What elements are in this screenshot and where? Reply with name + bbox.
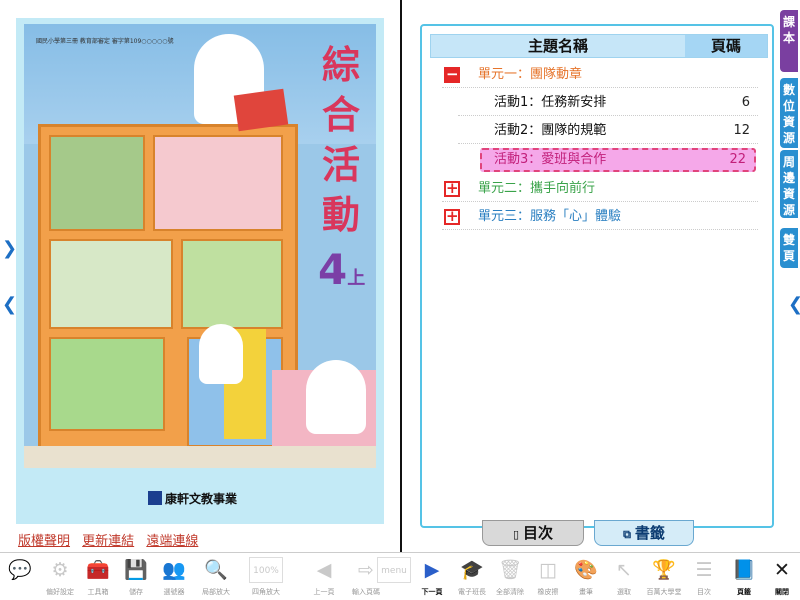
toc-activity-1[interactable]: 活動1：任務新安排 6 — [458, 90, 758, 116]
toolbar-label: 選號器 — [163, 588, 185, 596]
toolbar-label: 全部清除 — [496, 588, 524, 596]
toolbar-label: 百萬大學堂 — [646, 588, 682, 596]
toolbar-toolbox-button[interactable]: 🧰 工具箱 — [78, 557, 118, 597]
toolbar-label: 電子班長 — [458, 588, 486, 596]
update-link[interactable]: 更新連結 — [82, 534, 134, 549]
toolbar-bookmark-button[interactable]: 📘 頁籤 — [724, 557, 764, 597]
toolbar-palette-button[interactable]: 🎨 畫筆 — [566, 557, 606, 597]
copyright-link[interactable]: 版權聲明 — [18, 534, 70, 549]
toolbar-toc-button[interactable]: ☰ 目次 — [684, 557, 724, 597]
toolbar-label: 輸入頁碼 — [352, 588, 380, 596]
expand-icon[interactable]: + — [444, 181, 460, 197]
picker-icon: 👥 — [162, 559, 186, 581]
toolbox-icon: 🧰 — [86, 559, 110, 581]
toc-activity-3-selected[interactable]: 活動3：愛班與合作 22 — [480, 148, 756, 172]
cover-grade: 4上 — [318, 245, 366, 294]
toolbar-label: 畫筆 — [579, 588, 593, 596]
side-tab-double-page[interactable]: 雙頁 — [780, 228, 798, 268]
toolbar-chat-button[interactable]: 💬 — [0, 557, 40, 587]
bookmark-icon: 📘 — [732, 559, 756, 581]
palette-icon: 🎨 — [574, 559, 598, 581]
prev-page-left-arrow[interactable]: ❯ — [2, 238, 17, 259]
toc-icon: ☰ — [695, 559, 713, 581]
gear-icon: ⚙ — [51, 559, 69, 581]
toolbar-prev-page-button[interactable]: ◀ 上一頁 — [304, 557, 344, 597]
toc-unit-3[interactable]: + 單元三：服務「心」體驗 — [442, 204, 758, 230]
toolbar-eraser-button[interactable]: ◫ 橡皮擦 — [528, 557, 568, 597]
eraser-icon: ◫ — [539, 559, 557, 581]
toolbar-label: 上一頁 — [313, 588, 335, 596]
cover-title: 綜合活動 — [321, 43, 360, 237]
prev-page-icon: ◀ — [316, 559, 332, 581]
toolbar-trash-button[interactable]: 🗑 全部清除 — [490, 557, 530, 597]
toolbar-magnify-button[interactable]: 🔍 局部放大 — [196, 557, 236, 597]
toc-header-page: 頁碼 — [685, 35, 767, 57]
toc-header-title: 主題名稱 — [527, 37, 588, 55]
toolbar-save-button[interactable]: 💾 儲存 — [116, 557, 156, 597]
toolbar-label: 下一頁 — [421, 588, 443, 596]
toc-unit-2[interactable]: + 單元二：攜手向前行 — [442, 176, 758, 202]
toolbar-label: 四角放大 — [252, 588, 280, 596]
save-icon: 💾 — [124, 559, 148, 581]
toolbar-label: 儲存 — [129, 588, 143, 596]
toolbar-label: 偏好設定 — [46, 588, 74, 596]
toolbar-label: 頁籤 — [737, 588, 751, 596]
toolbar-picker-button[interactable]: 👥 選號器 — [154, 557, 194, 597]
toolbar-label: 關閉 — [775, 588, 789, 596]
toolbar-label: 選取 — [617, 588, 631, 596]
toolbar-trophy-button[interactable]: 🏆 百萬大學堂 — [644, 557, 684, 597]
toc-activity-2[interactable]: 活動2：團隊的規範 12 — [458, 118, 758, 144]
cap-icon: 🎓 — [460, 559, 484, 581]
cursor-icon: ↖ — [616, 559, 632, 581]
bottom-toolbar: 💬 ⚙ 偏好設定 🧰 工具箱 💾 儲存 👥 選號器 🔍 局部放大 100% 四角放大 ◀ 上一頁 ⇨ 輸入頁碼 m… — [0, 552, 800, 600]
toc-header: 主題名稱 頁碼 — [430, 34, 768, 58]
tab-bookmark[interactable]: ⧉ 書籤 — [594, 520, 694, 546]
close-icon: ✕ — [774, 559, 790, 581]
bookmark-tab-icon: ⧉ — [623, 528, 635, 541]
toolbar-label: 橡皮擦 — [537, 588, 559, 596]
toolbar-label: 工具箱 — [87, 588, 109, 596]
side-tab-peripheral[interactable]: 周邊資源 — [780, 150, 798, 218]
magnify-icon: 🔍 — [204, 559, 228, 581]
remote-link[interactable]: 遠端連線 — [146, 534, 198, 549]
side-tab-textbook[interactable]: 課本 — [780, 10, 798, 72]
toolbar-next-page-button[interactable]: ▶ 下一頁 — [412, 557, 452, 597]
trophy-icon: 🏆 — [652, 559, 676, 581]
footer-links: 版權聲明 更新連結 遠端連線 — [18, 530, 206, 549]
toolbar-cursor-button[interactable]: ↖ 選取 — [604, 557, 644, 597]
prev-page-arrow[interactable]: ❮ — [2, 294, 17, 315]
menu-icon: menu — [377, 557, 411, 583]
toc-tab-icon: ▯ — [513, 528, 523, 541]
zoom-100-icon: 100% — [249, 557, 283, 583]
toolbar-gear-button[interactable]: ⚙ 偏好設定 — [40, 557, 80, 597]
toolbar-close-button[interactable]: ✕ 關閉 — [762, 557, 800, 597]
expand-icon[interactable]: + — [444, 209, 460, 225]
side-tab-digital[interactable]: 數位資源 — [780, 78, 798, 148]
toolbar-zoom-100-button[interactable]: 100% 四角放大 — [246, 557, 286, 597]
collapse-icon[interactable]: − — [444, 67, 460, 83]
tab-toc[interactable]: ▯ 目次 — [482, 520, 584, 546]
trash-icon: 🗑 — [497, 559, 523, 581]
toc-unit-1[interactable]: − 單元一：團隊動章 — [442, 62, 758, 88]
toolbar-label: 目次 — [697, 588, 711, 596]
publisher-logo: 康軒文教事業 — [148, 490, 237, 507]
book-spine — [400, 0, 402, 552]
chat-icon: 💬 — [8, 559, 32, 581]
toolbar-label: 局部放大 — [202, 588, 230, 596]
toolbar-menu-button[interactable]: menu — [374, 557, 414, 587]
cover-header-line: 國民小學第三冊 教育部審定 審字第109○○○○○號 — [36, 38, 174, 45]
toolbar-cap-button[interactable]: 🎓 電子班長 — [452, 557, 492, 597]
next-page-arrow[interactable]: ❮ — [788, 294, 800, 315]
next-page-icon: ▶ — [424, 559, 440, 581]
